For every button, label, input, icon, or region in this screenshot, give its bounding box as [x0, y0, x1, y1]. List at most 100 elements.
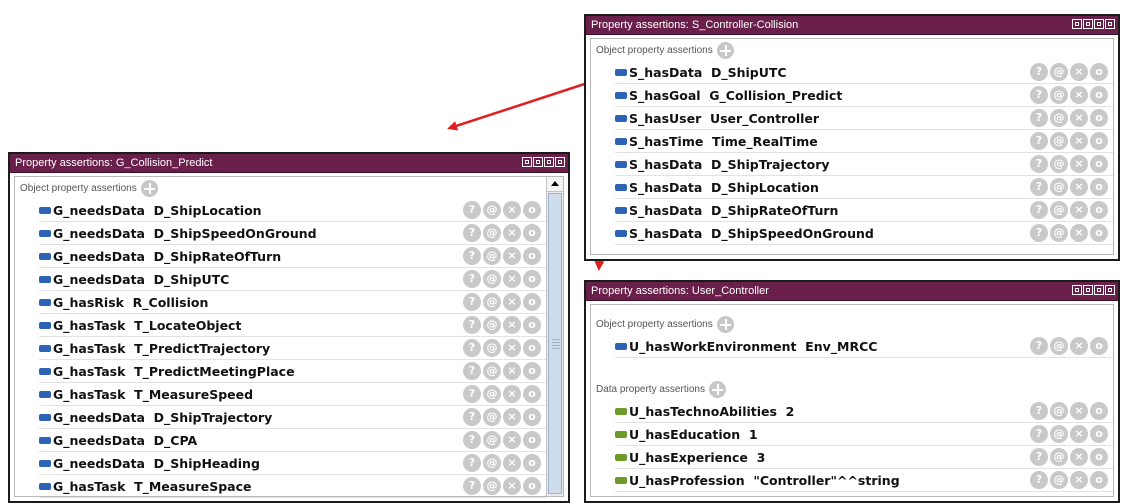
- assertion-row[interactable]: U_hasTechnoAbilities 2? @ × o: [615, 400, 1113, 423]
- delete-icon[interactable]: ×: [503, 270, 521, 288]
- annotate-icon[interactable]: @: [483, 408, 501, 426]
- delete-icon[interactable]: ×: [503, 477, 521, 495]
- scroll-thumb[interactable]: [548, 193, 562, 494]
- help-icon[interactable]: ?: [463, 385, 481, 403]
- annotate-icon[interactable]: @: [1050, 201, 1068, 219]
- add-icon[interactable]: [140, 179, 158, 197]
- assertion-row[interactable]: G_hasTask T_LocateObject? @ × o: [39, 314, 546, 337]
- restore-icon[interactable]: [522, 157, 532, 167]
- add-icon[interactable]: [716, 315, 734, 333]
- annotate-icon[interactable]: @: [483, 247, 501, 265]
- help-icon[interactable]: ?: [1030, 402, 1048, 420]
- annotate-icon[interactable]: @: [1050, 337, 1068, 355]
- edit-icon[interactable]: o: [523, 316, 541, 334]
- vertical-scrollbar[interactable]: [546, 177, 563, 496]
- restore-icon[interactable]: [1072, 285, 1082, 295]
- annotate-icon[interactable]: @: [1050, 86, 1068, 104]
- delete-icon[interactable]: ×: [503, 408, 521, 426]
- edit-icon[interactable]: o: [1090, 402, 1108, 420]
- assertion-row[interactable]: G_needsData D_CPA? @ × o: [39, 429, 546, 452]
- annotate-icon[interactable]: @: [1050, 402, 1068, 420]
- help-icon[interactable]: ?: [1030, 471, 1048, 489]
- assertion-row[interactable]: G_needsData D_ShipHeading? @ × o: [39, 452, 546, 475]
- annotate-icon[interactable]: @: [483, 316, 501, 334]
- minimize-icon[interactable]: [533, 157, 543, 167]
- help-icon[interactable]: ?: [463, 362, 481, 380]
- assertion-row[interactable]: S_hasTime Time_RealTime? @ × o: [615, 130, 1113, 153]
- assertion-row[interactable]: U_hasEducation 1? @ × o: [615, 423, 1113, 446]
- edit-icon[interactable]: o: [523, 270, 541, 288]
- add-icon[interactable]: [708, 380, 726, 398]
- annotate-icon[interactable]: @: [1050, 109, 1068, 127]
- help-icon[interactable]: ?: [1030, 155, 1048, 173]
- annotate-icon[interactable]: @: [1050, 448, 1068, 466]
- close-icon[interactable]: [555, 157, 565, 167]
- annotate-icon[interactable]: @: [483, 293, 501, 311]
- help-icon[interactable]: ?: [463, 270, 481, 288]
- annotate-icon[interactable]: @: [1050, 178, 1068, 196]
- edit-icon[interactable]: o: [1090, 337, 1108, 355]
- assertion-row[interactable]: G_needsData D_ShipTrajectory? @ × o: [39, 406, 546, 429]
- scroll-up-icon[interactable]: [547, 177, 563, 192]
- edit-icon[interactable]: o: [523, 362, 541, 380]
- annotate-icon[interactable]: @: [1050, 155, 1068, 173]
- edit-icon[interactable]: o: [523, 431, 541, 449]
- edit-icon[interactable]: o: [523, 201, 541, 219]
- annotate-icon[interactable]: @: [1050, 132, 1068, 150]
- help-icon[interactable]: ?: [463, 201, 481, 219]
- help-icon[interactable]: ?: [1030, 178, 1048, 196]
- minimize-icon[interactable]: [1083, 285, 1093, 295]
- edit-icon[interactable]: o: [523, 385, 541, 403]
- delete-icon[interactable]: ×: [503, 316, 521, 334]
- annotate-icon[interactable]: @: [1050, 63, 1068, 81]
- help-icon[interactable]: ?: [1030, 425, 1048, 443]
- assertion-row[interactable]: G_needsData D_ShipLocation? @ × o: [39, 199, 546, 222]
- help-icon[interactable]: ?: [463, 247, 481, 265]
- help-icon[interactable]: ?: [1030, 224, 1048, 242]
- edit-icon[interactable]: o: [1090, 63, 1108, 81]
- minimize-icon[interactable]: [1083, 19, 1093, 29]
- delete-icon[interactable]: ×: [1070, 425, 1088, 443]
- edit-icon[interactable]: o: [1090, 471, 1108, 489]
- help-icon[interactable]: ?: [463, 408, 481, 426]
- delete-icon[interactable]: ×: [503, 454, 521, 472]
- assertion-row[interactable]: U_hasExperience 3? @ × o: [615, 446, 1113, 469]
- edit-icon[interactable]: o: [1090, 178, 1108, 196]
- delete-icon[interactable]: ×: [503, 247, 521, 265]
- assertion-row[interactable]: G_needsData D_ShipUTC? @ × o: [39, 268, 546, 291]
- help-icon[interactable]: ?: [1030, 63, 1048, 81]
- delete-icon[interactable]: ×: [1070, 155, 1088, 173]
- annotate-icon[interactable]: @: [483, 431, 501, 449]
- maximize-icon[interactable]: [1094, 19, 1104, 29]
- delete-icon[interactable]: ×: [1070, 337, 1088, 355]
- edit-icon[interactable]: o: [1090, 201, 1108, 219]
- assertion-row[interactable]: G_hasTask T_PredictMeetingPlace? @ × o: [39, 360, 546, 383]
- edit-icon[interactable]: o: [523, 339, 541, 357]
- assertion-row[interactable]: S_hasUser User_Controller? @ × o: [615, 107, 1113, 130]
- help-icon[interactable]: ?: [1030, 109, 1048, 127]
- edit-icon[interactable]: o: [1090, 155, 1108, 173]
- help-icon[interactable]: ?: [463, 454, 481, 472]
- help-icon[interactable]: ?: [1030, 337, 1048, 355]
- annotate-icon[interactable]: @: [483, 477, 501, 495]
- annotate-icon[interactable]: @: [483, 362, 501, 380]
- delete-icon[interactable]: ×: [1070, 471, 1088, 489]
- assertion-row[interactable]: G_hasRisk R_Collision? @ × o: [39, 291, 546, 314]
- delete-icon[interactable]: ×: [503, 339, 521, 357]
- edit-icon[interactable]: o: [523, 454, 541, 472]
- help-icon[interactable]: ?: [463, 477, 481, 495]
- close-icon[interactable]: [1105, 285, 1115, 295]
- annotate-icon[interactable]: @: [1050, 471, 1068, 489]
- close-icon[interactable]: [1105, 19, 1115, 29]
- assertion-row[interactable]: G_hasTask T_PredictTrajectory? @ × o: [39, 337, 546, 360]
- edit-icon[interactable]: o: [523, 247, 541, 265]
- assertion-row[interactable]: G_needsData D_ShipRateOfTurn? @ × o: [39, 245, 546, 268]
- assertion-row[interactable]: S_hasData D_ShipLocation? @ × o: [615, 176, 1113, 199]
- maximize-icon[interactable]: [544, 157, 554, 167]
- edit-icon[interactable]: o: [523, 477, 541, 495]
- edit-icon[interactable]: o: [1090, 86, 1108, 104]
- edit-icon[interactable]: o: [523, 293, 541, 311]
- delete-icon[interactable]: ×: [503, 431, 521, 449]
- annotate-icon[interactable]: @: [483, 224, 501, 242]
- annotate-icon[interactable]: @: [483, 339, 501, 357]
